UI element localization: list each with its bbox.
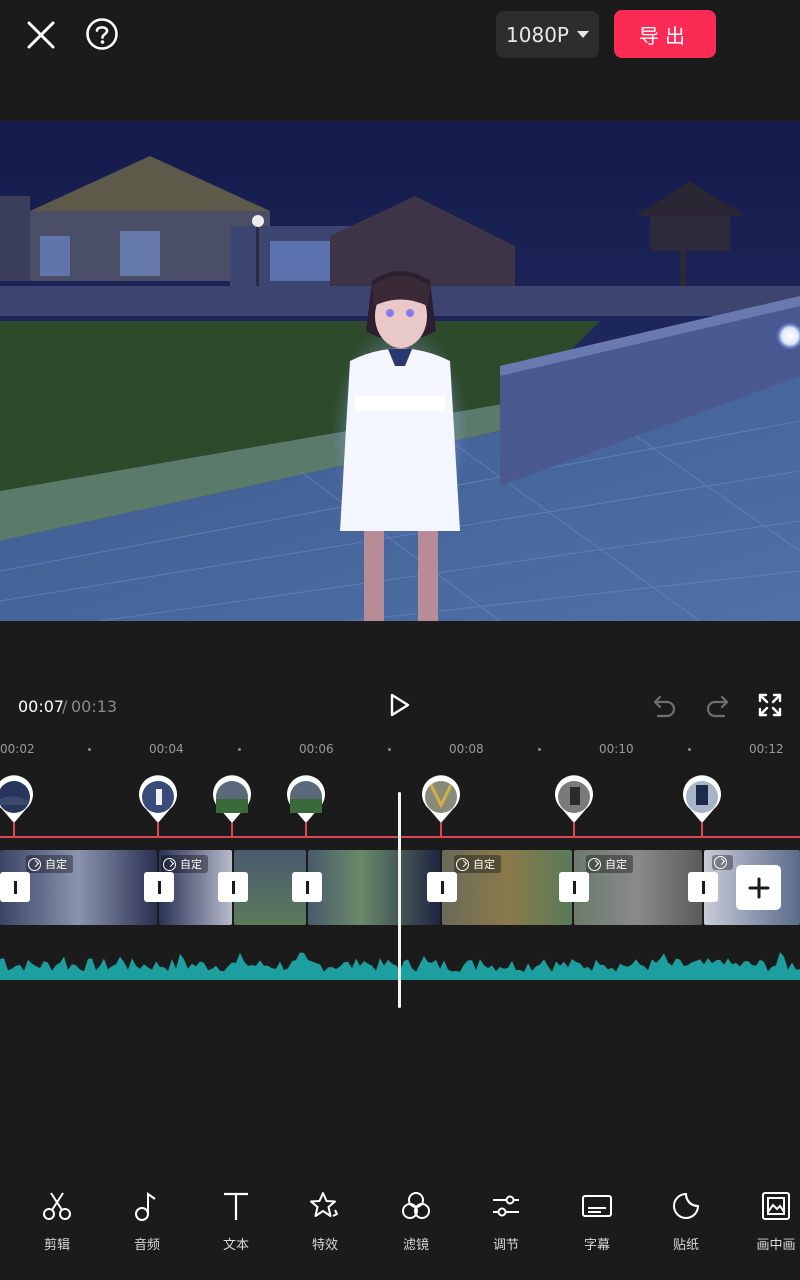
sticker-icon	[670, 1190, 702, 1226]
video-preview[interactable]	[0, 121, 800, 621]
ruler-label: 00:10	[599, 742, 634, 756]
timeline-ruler: 00:02 00:04 00:06 00:08 00:10 00:12	[0, 740, 800, 760]
video-clip[interactable]: 自定	[574, 850, 702, 925]
close-icon[interactable]	[24, 18, 58, 52]
add-clip-button[interactable]	[736, 865, 781, 910]
transition-button[interactable]	[427, 872, 457, 902]
effects-star-icon	[309, 1190, 341, 1226]
ruler-label: 00:02	[0, 742, 35, 756]
marker-pin[interactable]	[421, 775, 461, 837]
tool-edit[interactable]: 剪辑	[12, 1190, 102, 1253]
ruler-label: 00:06	[299, 742, 334, 756]
text-icon	[220, 1190, 252, 1226]
transition-button[interactable]	[0, 872, 30, 902]
speed-badge	[712, 855, 733, 870]
speed-badge: 自定	[26, 855, 73, 873]
ruler-label: 00:04	[149, 742, 184, 756]
tool-label: 剪辑	[43, 1238, 70, 1253]
ruler-label: 00:08	[449, 742, 484, 756]
tool-label: 音频	[133, 1238, 160, 1253]
bottom-toolbar: 剪辑 音频 文本 特效 滤镜 调节 字幕 贴纸 画中画	[0, 1190, 800, 1280]
resolution-value: 1080P	[506, 22, 569, 47]
transition-button[interactable]	[144, 872, 174, 902]
adjust-sliders-icon	[490, 1190, 522, 1226]
picture-in-picture-icon	[760, 1190, 792, 1226]
speed-icon	[163, 857, 176, 871]
chevron-down-icon	[576, 31, 589, 38]
help-icon[interactable]	[84, 16, 120, 52]
speed-badge: 自定	[454, 855, 501, 873]
play-icon[interactable]	[388, 692, 412, 722]
marker-pin[interactable]	[0, 775, 34, 837]
total-duration: 00:13	[71, 697, 118, 716]
speed-icon	[456, 857, 469, 871]
tool-adjust[interactable]: 调节	[461, 1190, 551, 1253]
marker-pin[interactable]	[212, 775, 252, 837]
export-button[interactable]: 导出	[614, 10, 716, 58]
tool-audio[interactable]: 音频	[102, 1190, 192, 1253]
speed-badge: 自定	[586, 855, 633, 873]
tool-label: 文本	[222, 1238, 249, 1253]
playback-controls: 00:07 / 00:13	[0, 680, 800, 730]
filter-icon	[400, 1190, 432, 1226]
speed-icon	[588, 857, 601, 871]
tool-filter[interactable]: 滤镜	[371, 1190, 461, 1253]
transition-button[interactable]	[559, 872, 589, 902]
transition-button[interactable]	[292, 872, 322, 902]
tool-label: 调节	[492, 1238, 519, 1253]
tool-text[interactable]: 文本	[191, 1190, 281, 1253]
redo-icon[interactable]	[704, 692, 730, 722]
ruler-tick	[88, 748, 91, 751]
ruler-tick	[388, 748, 391, 751]
marker-pin[interactable]	[682, 775, 722, 837]
undo-icon[interactable]	[652, 692, 678, 722]
top-bar: 1080P 导出	[0, 0, 800, 80]
video-clip[interactable]	[308, 850, 440, 925]
scissors-icon	[41, 1190, 73, 1226]
tool-subtitle[interactable]: 字幕	[552, 1190, 642, 1253]
transition-button[interactable]	[218, 872, 248, 902]
tool-label: 特效	[311, 1238, 338, 1253]
ruler-label: 00:12	[749, 742, 784, 756]
plus-icon	[748, 877, 769, 898]
marker-pin[interactable]	[138, 775, 178, 837]
video-clip[interactable]: 自定	[442, 850, 572, 925]
subtitle-icon	[581, 1190, 613, 1226]
speed-badge: 自定	[161, 855, 208, 873]
playhead[interactable]	[398, 792, 401, 1008]
marker-pin[interactable]	[286, 775, 326, 837]
current-time: 00:07	[18, 697, 65, 716]
tool-pip[interactable]: 画中画	[731, 1190, 800, 1253]
ruler-tick	[538, 748, 541, 751]
tool-label: 字幕	[583, 1238, 610, 1253]
time-separator: /	[62, 697, 68, 716]
marker-pin[interactable]	[554, 775, 594, 837]
music-note-icon	[131, 1190, 163, 1226]
fullscreen-icon[interactable]	[757, 692, 783, 722]
tool-label: 滤镜	[402, 1238, 429, 1253]
transition-button[interactable]	[688, 872, 718, 902]
resolution-dropdown[interactable]: 1080P	[496, 11, 599, 58]
speed-icon	[714, 856, 727, 869]
tool-effects[interactable]: 特效	[280, 1190, 370, 1253]
ruler-tick	[688, 748, 691, 751]
tool-label: 贴纸	[672, 1238, 699, 1253]
tool-label: 画中画	[756, 1238, 796, 1253]
speed-icon	[28, 857, 41, 871]
tool-sticker[interactable]: 贴纸	[641, 1190, 731, 1253]
ruler-tick	[238, 748, 241, 751]
